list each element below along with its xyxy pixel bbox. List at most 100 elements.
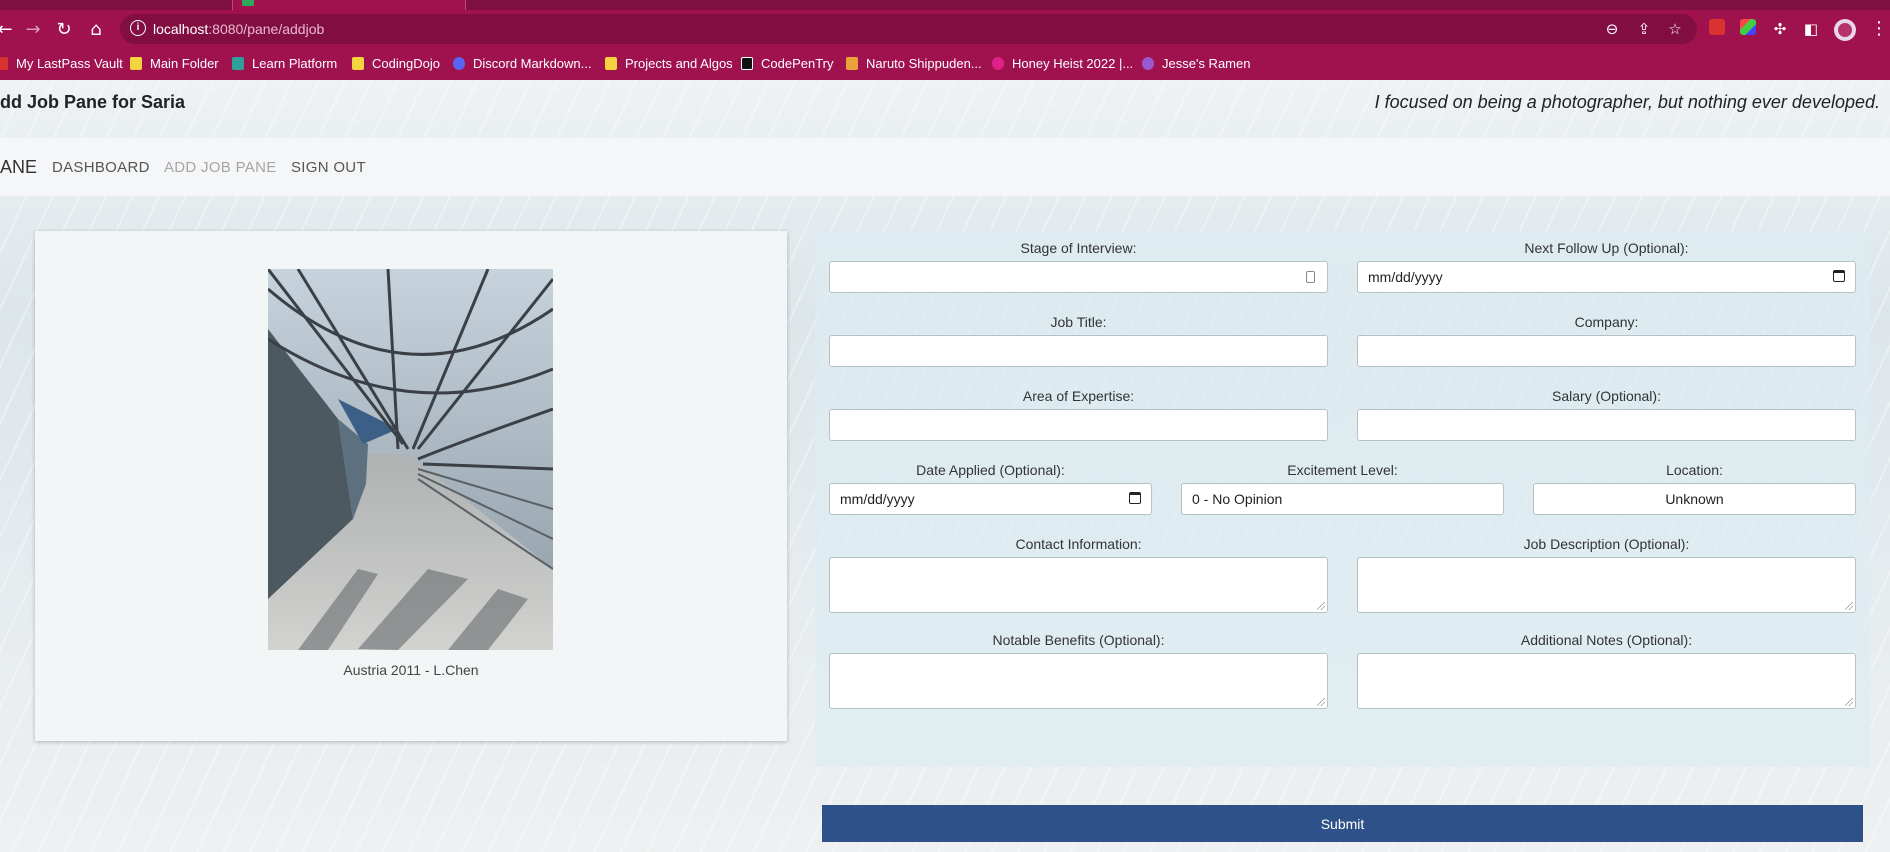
address-url[interactable]: localhost:8080/pane/addjob: [153, 21, 324, 37]
bookmark-main-folder[interactable]: Main Folder: [130, 56, 219, 72]
tab-strip: [0, 0, 1890, 10]
area-of-expertise-label: Area of Expertise:: [1022, 388, 1135, 404]
bookmark-jesses-ramen[interactable]: Jesse's Ramen: [1142, 56, 1250, 72]
bookmark-lastpass[interactable]: My LastPass Vault: [0, 56, 123, 72]
bookmark-label: Main Folder: [150, 56, 219, 71]
browser-menu-icon[interactable]: ⋮: [1870, 18, 1888, 40]
salary-label: Salary (Optional):: [1552, 388, 1661, 404]
additional-notes-label: Additional Notes (Optional):: [1520, 632, 1693, 648]
bookmark-label: Naruto Shippuden...: [866, 56, 982, 71]
learn-platform-icon: [232, 57, 244, 70]
stage-of-interview-input[interactable]: [829, 261, 1328, 293]
back-icon[interactable]: ←: [0, 19, 16, 41]
bookmark-projects-and-algos[interactable]: Projects and Algos: [605, 56, 733, 72]
resize-handle-icon[interactable]: [1317, 602, 1325, 610]
next-follow-up-input[interactable]: mm/dd/yyyy: [1357, 261, 1856, 293]
side-panel-icon[interactable]: ◧: [1801, 19, 1821, 39]
date-applied-label: Date Applied (Optional):: [916, 462, 1065, 478]
bookmark-honey-heist[interactable]: Honey Heist 2022 |...: [992, 56, 1133, 72]
folder-icon: [605, 57, 617, 70]
job-title-label: Job Title:: [1050, 314, 1107, 330]
lastpass-extension-icon[interactable]: [1709, 19, 1725, 35]
codepen-icon: [741, 57, 753, 70]
resize-handle-icon[interactable]: [1845, 698, 1853, 706]
job-description-label: Job Description (Optional):: [1523, 536, 1690, 552]
tab-favicon-icon: [242, 0, 254, 6]
naruto-icon: [846, 57, 858, 70]
folder-icon: [130, 57, 142, 70]
nav-sign-out-link[interactable]: SIGN OUT: [291, 159, 366, 176]
next-follow-up-value: mm/dd/yyyy: [1368, 269, 1443, 285]
date-applied-input[interactable]: mm/dd/yyyy: [829, 483, 1152, 515]
excitement-level-select[interactable]: 0 - No Opinion: [1181, 483, 1504, 515]
job-description-textarea[interactable]: [1357, 557, 1856, 613]
notable-benefits-label: Notable Benefits (Optional):: [992, 632, 1165, 648]
page-title: dd Job Pane for Saria: [0, 92, 186, 112]
profile-avatar[interactable]: [1834, 19, 1856, 41]
contact-information-textarea[interactable]: [829, 557, 1328, 613]
bookmark-label: Honey Heist 2022 |...: [1012, 56, 1134, 71]
add-job-form: Stage of Interview: Next Follow Up (Opti…: [815, 231, 1870, 842]
calendar-icon[interactable]: [1833, 270, 1845, 282]
date-applied-value: mm/dd/yyyy: [840, 491, 915, 507]
bookmark-learn-platform[interactable]: Learn Platform: [232, 56, 337, 72]
bookmark-label: CodingDojo: [372, 56, 440, 71]
bookmark-discord-markdown[interactable]: Discord Markdown...: [453, 56, 591, 72]
location-input[interactable]: Unknown: [1533, 483, 1856, 515]
notable-benefits-textarea[interactable]: [829, 653, 1328, 709]
bookmark-label: My LastPass Vault: [16, 56, 123, 71]
brand-logo[interactable]: ANE: [0, 157, 37, 178]
bookmark-naruto[interactable]: Naruto Shippuden...: [846, 56, 982, 72]
additional-notes-textarea[interactable]: [1357, 653, 1856, 709]
stage-of-interview-label: Stage of Interview:: [1020, 240, 1137, 256]
job-title-input[interactable]: [829, 335, 1328, 367]
company-input[interactable]: [1357, 335, 1856, 367]
ramen-icon: [1142, 57, 1154, 70]
photo-caption: Austria 2011 - L.Chen: [343, 662, 479, 678]
salary-input[interactable]: [1357, 409, 1856, 441]
submit-button[interactable]: Submit: [822, 805, 1863, 842]
area-of-expertise-input[interactable]: [829, 409, 1328, 441]
lastpass-icon: [0, 57, 8, 70]
extensions-puzzle-icon[interactable]: ✣: [1770, 19, 1790, 39]
url-path: :8080/pane/addjob: [208, 21, 325, 37]
share-icon[interactable]: ⇪: [1634, 19, 1654, 39]
discord-icon: [453, 57, 465, 70]
bookmark-label: Learn Platform: [252, 56, 338, 71]
calendar-icon[interactable]: [1129, 492, 1141, 504]
browser-toolbar: ← → ↻ ⌂ i localhost:8080/pane/addjob ⊖ ⇪…: [0, 10, 1890, 48]
bookmark-star-icon[interactable]: ☆: [1665, 19, 1685, 39]
photo-card: Austria 2011 - L.Chen: [35, 231, 787, 741]
folder-icon: [352, 57, 364, 70]
color-extension-icon[interactable]: [1740, 19, 1756, 35]
home-icon[interactable]: ⌂: [85, 19, 107, 41]
excitement-level-label: Excitement Level:: [1287, 462, 1398, 478]
contact-information-label: Contact Information:: [1015, 536, 1142, 552]
resize-handle-icon[interactable]: [1845, 602, 1853, 610]
bookmark-label: Discord Markdown...: [473, 56, 592, 71]
bookmark-codepentry[interactable]: CodePenTry: [741, 56, 834, 72]
reload-icon[interactable]: ↻: [53, 19, 75, 41]
navbar: ANE DASHBOARD ADD JOB PANE SIGN OUT: [0, 138, 1890, 196]
nav-add-job-pane-link[interactable]: ADD JOB PANE: [164, 159, 277, 176]
bookmark-label: CodePenTry: [761, 56, 834, 71]
number-spinner-icon[interactable]: [1306, 271, 1315, 283]
photo-image: [268, 269, 553, 650]
location-label: Location:: [1666, 462, 1723, 478]
zoom-icon[interactable]: ⊖: [1602, 19, 1622, 39]
bookmark-codingdojo[interactable]: CodingDojo: [352, 56, 440, 72]
forward-icon[interactable]: →: [22, 19, 44, 41]
url-host: localhost: [153, 21, 209, 37]
bridge-photo: [268, 269, 553, 650]
active-tab[interactable]: [232, 0, 466, 10]
bookmarks-bar: My LastPass Vault Main Folder Learn Plat…: [0, 48, 1890, 80]
honey-heist-icon: [992, 57, 1004, 70]
page-content: dd Job Pane for Saria I focused on being…: [0, 80, 1890, 852]
header-quote: I focused on being a photographer, but n…: [1374, 92, 1880, 112]
bookmark-label: Projects and Algos: [625, 56, 733, 71]
nav-dashboard-link[interactable]: DASHBOARD: [52, 159, 150, 176]
resize-handle-icon[interactable]: [1317, 698, 1325, 706]
site-info-icon[interactable]: i: [130, 20, 146, 36]
next-follow-up-label: Next Follow Up (Optional):: [1524, 240, 1689, 256]
address-bar[interactable]: i localhost:8080/pane/addjob ⊖ ⇪ ☆: [120, 14, 1697, 44]
